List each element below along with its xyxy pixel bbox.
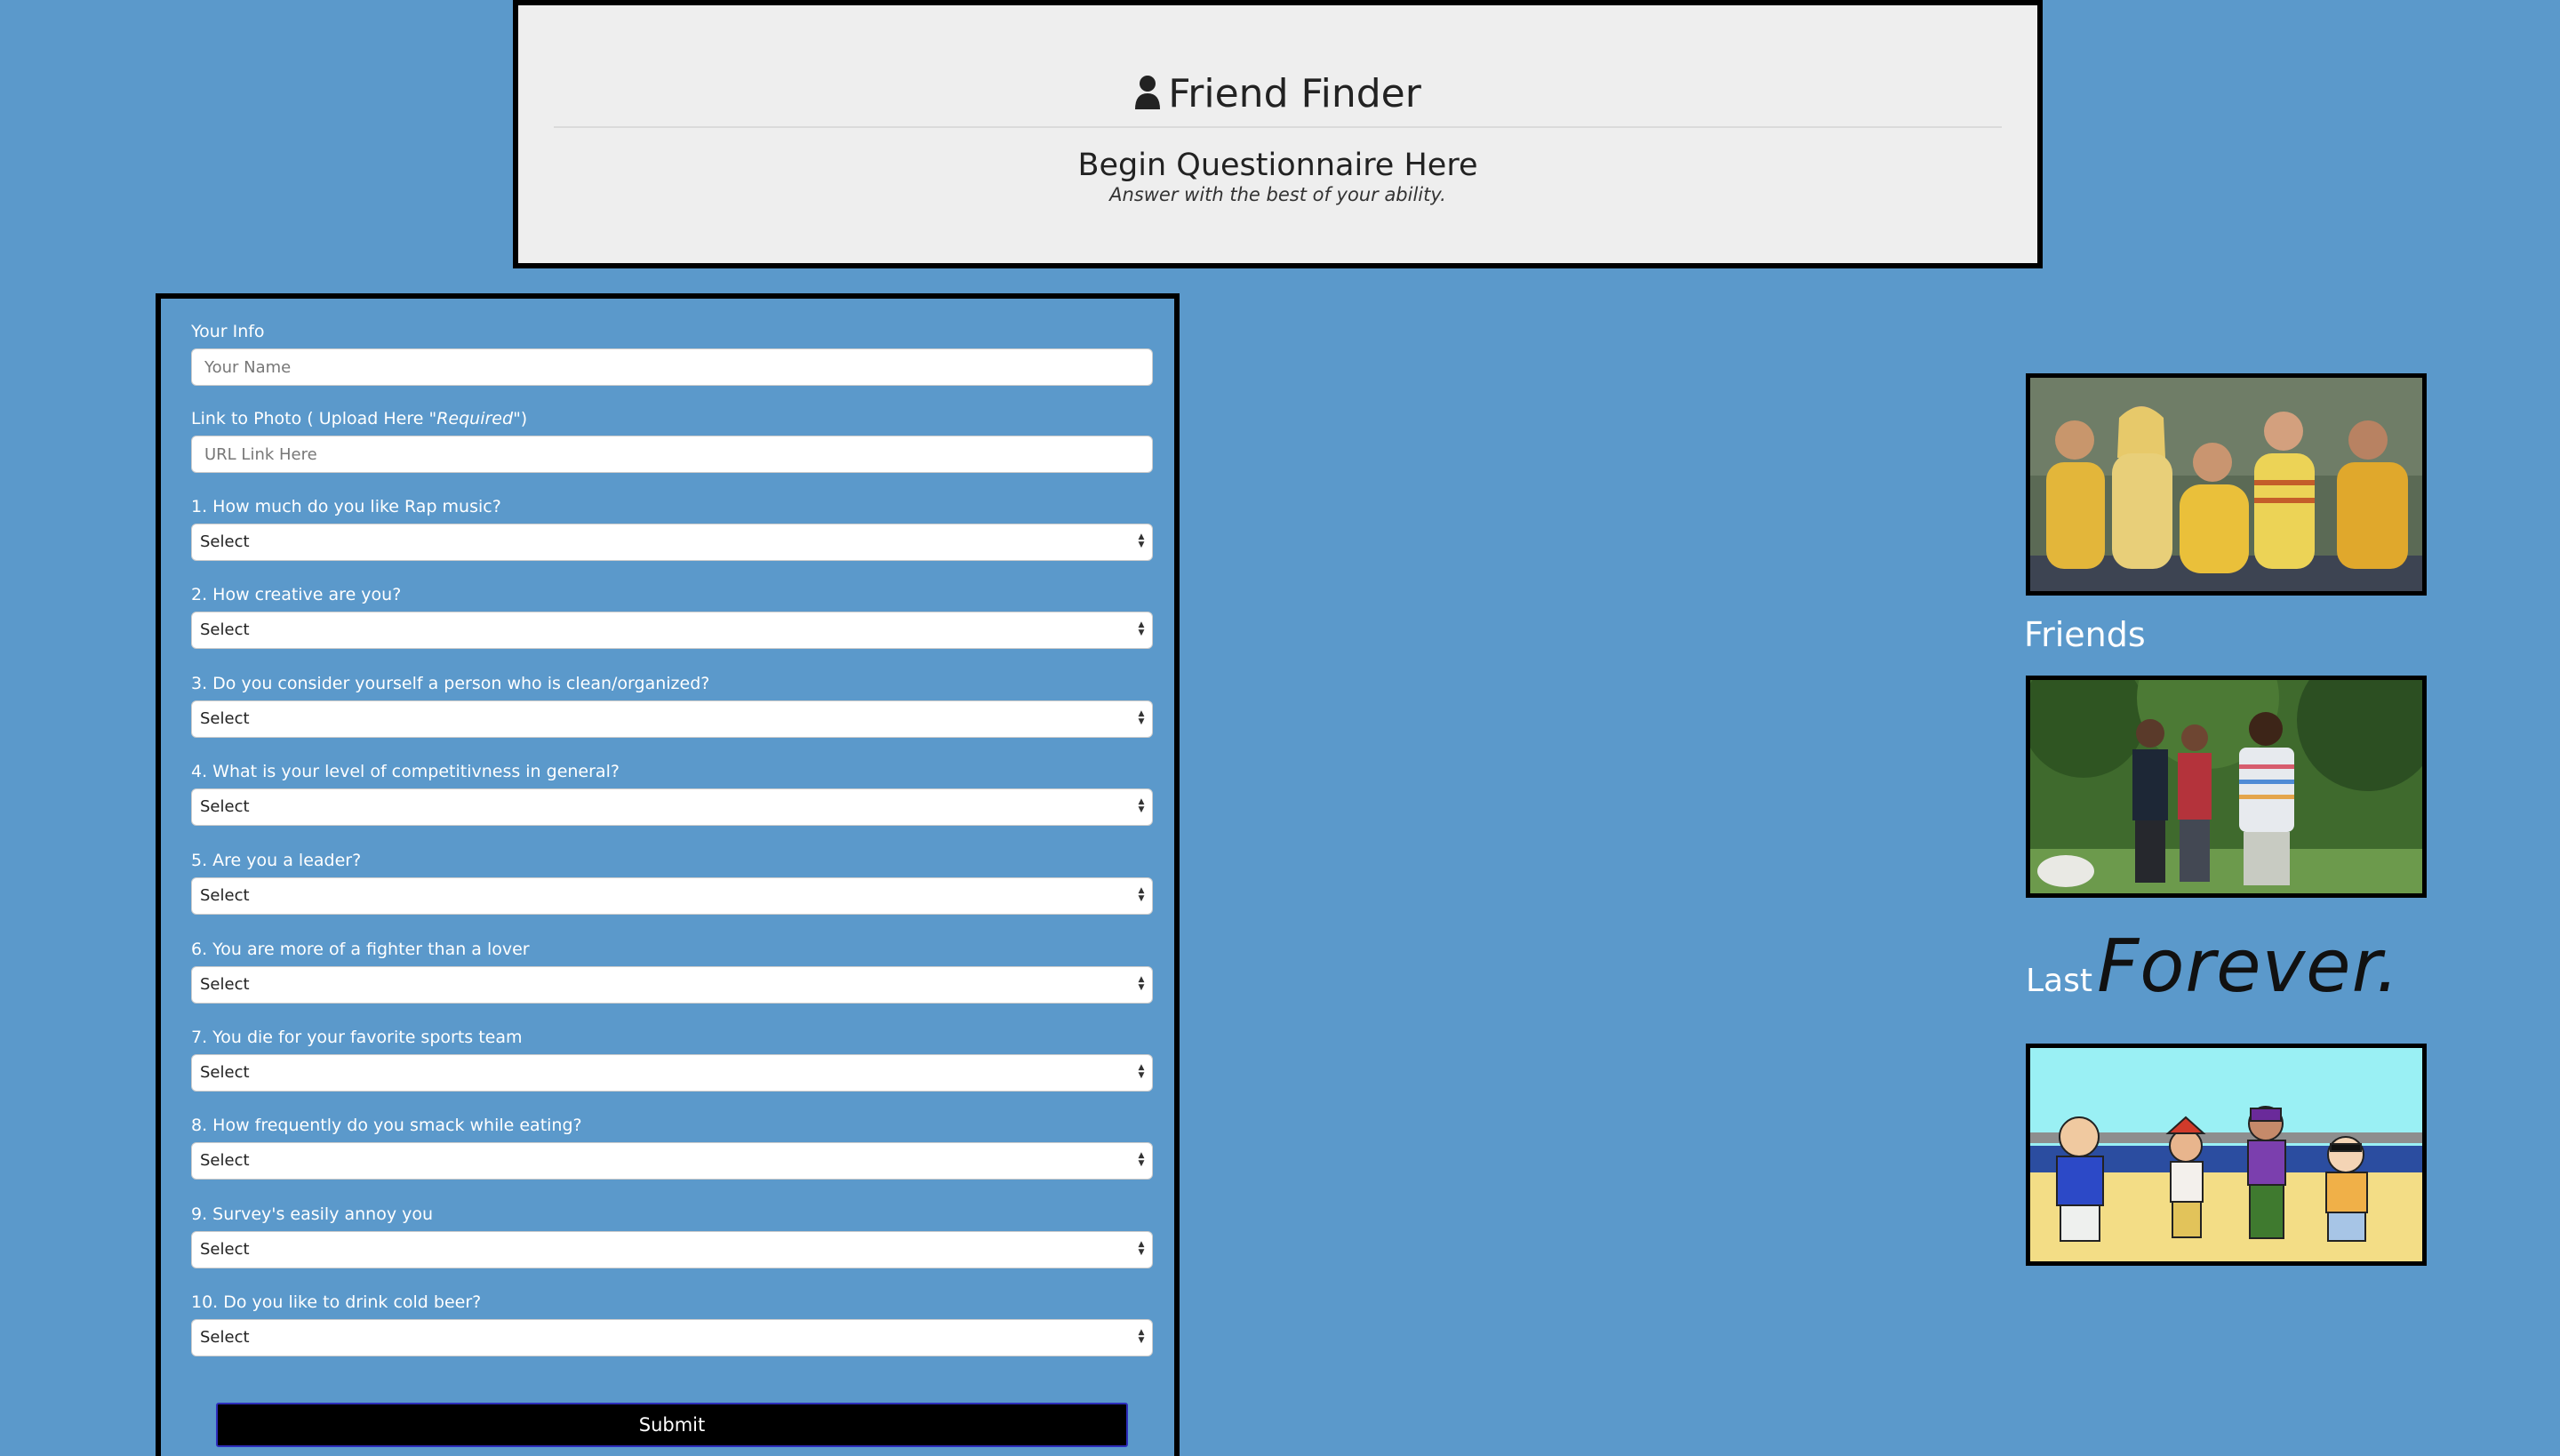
question-5-select[interactable]: Select ▲ ▼ [191, 877, 1153, 915]
select-value: Select [200, 709, 250, 728]
submit-button[interactable]: Submit [216, 1403, 1128, 1447]
question-7: 7. You die for your favorite sports team… [191, 1028, 1153, 1092]
question-label: 3. Do you consider yourself a person who… [191, 674, 710, 693]
photo-label-suffix: ") [513, 409, 528, 428]
select-value: Select [200, 620, 250, 639]
rocket-power-cartoon-image [2026, 1044, 2427, 1266]
select-arrows-icon: ▲ ▼ [1138, 1328, 1145, 1345]
question-10: 10. Do you like to drink cold beer? Sele… [191, 1292, 1153, 1356]
select-arrows-icon: ▲ ▼ [1138, 532, 1145, 549]
select-value: Select [200, 1240, 250, 1259]
select-value: Select [200, 1328, 250, 1347]
question-10-select[interactable]: Select ▲ ▼ [191, 1319, 1153, 1356]
atlanta-group-photo [2026, 676, 2427, 898]
photo-label-required: Required [436, 409, 514, 428]
question-1: 1. How much do you like Rap music? Selec… [191, 497, 1153, 561]
photo-label: Link to Photo ( Upload Here "Required") [191, 409, 1153, 428]
page-subtitle: Begin Questionnaire Here [1077, 148, 1478, 183]
friends-group-photo [2026, 373, 2427, 596]
photo-field-group: Link to Photo ( Upload Here "Required") [191, 409, 1153, 473]
question-9-select[interactable]: Select ▲ ▼ [191, 1231, 1153, 1268]
question-label: 2. How creative are you? [191, 585, 402, 604]
question-9: 9. Survey's easily annoy you Select ▲ ▼ [191, 1204, 1153, 1268]
forever-text: Forever. [2097, 924, 2400, 1009]
select-arrows-icon: ▲ ▼ [1138, 1063, 1145, 1080]
question-8: 8. How frequently do you smack while eat… [191, 1116, 1153, 1180]
name-input[interactable] [191, 348, 1153, 386]
select-value: Select [200, 1151, 250, 1170]
question-2: 2. How creative are you? Select ▲ ▼ [191, 585, 1153, 649]
friends-text: Friends [2024, 615, 2146, 654]
question-6-select[interactable]: Select ▲ ▼ [191, 966, 1153, 1004]
select-value: Select [200, 1063, 250, 1082]
select-arrows-icon: ▲ ▼ [1138, 797, 1145, 814]
question-4-select[interactable]: Select ▲ ▼ [191, 788, 1153, 826]
page-title-row: Friend Finder [518, 71, 2037, 121]
user-icon [1134, 75, 1161, 121]
select-value: Select [200, 975, 250, 994]
survey-form: Your Info Link to Photo ( Upload Here "R… [156, 293, 1180, 1456]
select-arrows-icon: ▲ ▼ [1138, 620, 1145, 637]
question-label: 7. You die for your favorite sports team [191, 1028, 523, 1047]
question-7-select[interactable]: Select ▲ ▼ [191, 1054, 1153, 1092]
select-arrows-icon: ▲ ▼ [1138, 886, 1145, 903]
select-arrows-icon: ▲ ▼ [1138, 1240, 1145, 1257]
photo-label-prefix: Link to Photo ( Upload Here " [191, 409, 437, 428]
question-label: 5. Are you a leader? [191, 851, 362, 870]
last-text: Last [2026, 963, 2092, 999]
select-arrows-icon: ▲ ▼ [1138, 1151, 1145, 1168]
page-note: Answer with the best of your ability. [1109, 184, 1446, 205]
select-value: Select [200, 797, 250, 816]
select-value: Select [200, 532, 250, 551]
name-label: Your Info [191, 322, 265, 341]
select-value: Select [200, 886, 250, 905]
header-jumbotron: Friend Finder Begin Questionnaire Here A… [513, 0, 2043, 268]
question-8-select[interactable]: Select ▲ ▼ [191, 1142, 1153, 1180]
question-label: 1. How much do you like Rap music? [191, 497, 501, 516]
select-arrows-icon: ▲ ▼ [1138, 975, 1145, 992]
question-4: 4. What is your level of competitivness … [191, 762, 1153, 826]
question-label: 10. Do you like to drink cold beer? [191, 1292, 482, 1312]
question-2-select[interactable]: Select ▲ ▼ [191, 612, 1153, 649]
question-1-select[interactable]: Select ▲ ▼ [191, 524, 1153, 561]
question-label: 4. What is your level of competitivness … [191, 762, 620, 781]
question-6: 6. You are more of a fighter than a love… [191, 940, 1153, 1004]
question-3-select[interactable]: Select ▲ ▼ [191, 700, 1153, 738]
question-5: 5. Are you a leader? Select ▲ ▼ [191, 851, 1153, 915]
question-label: 9. Survey's easily annoy you [191, 1204, 434, 1224]
name-field-group: Your Info [191, 322, 1153, 386]
last-forever-text: Last Forever. [2026, 924, 2400, 1009]
select-arrows-icon: ▲ ▼ [1138, 709, 1145, 726]
question-3: 3. Do you consider yourself a person who… [191, 674, 1153, 738]
page-title: Friend Finder [1168, 71, 1421, 116]
header-divider [554, 126, 2002, 128]
question-label: 8. How frequently do you smack while eat… [191, 1116, 582, 1135]
question-label: 6. You are more of a fighter than a love… [191, 940, 530, 959]
photo-url-input[interactable] [191, 436, 1153, 473]
